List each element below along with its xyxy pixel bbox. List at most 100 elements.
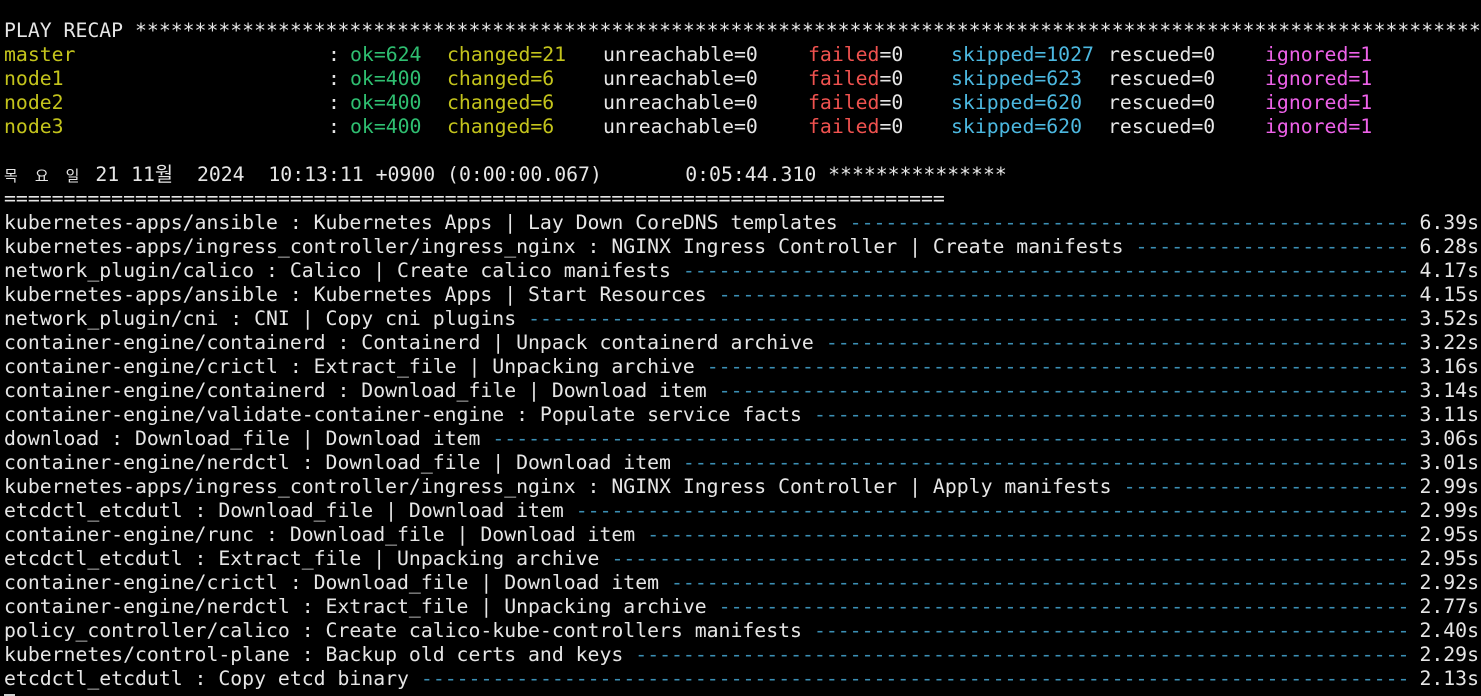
task-row: kubernetes-apps/ingress_controller/ingre… bbox=[0, 235, 1481, 259]
ok-count: ok=400 bbox=[350, 67, 422, 90]
failed-label: failed bbox=[808, 43, 880, 66]
task-duration: 2.95s bbox=[1419, 547, 1479, 570]
task-row: kubernetes-apps/ansible : Kubernetes App… bbox=[0, 211, 1481, 235]
task-duration: 4.15s bbox=[1419, 283, 1479, 306]
task-duration: 2.99s bbox=[1419, 475, 1479, 498]
task-duration: 2.99s bbox=[1419, 499, 1479, 522]
task-name: kubernetes/control-plane : Backup old ce… bbox=[4, 643, 624, 666]
unreachable-count: unreachable=0 bbox=[603, 67, 758, 90]
task-duration: 3.16s bbox=[1419, 355, 1479, 378]
task-dashes bbox=[528, 307, 1407, 331]
task-name: policy_controller/calico : Create calico… bbox=[4, 619, 802, 642]
task-row: download : Download_file | Download item… bbox=[0, 427, 1481, 451]
task-dashes bbox=[635, 643, 1407, 667]
rescued-count: rescued=0 bbox=[1108, 91, 1216, 114]
task-name: network_plugin/calico : Calico | Create … bbox=[4, 259, 671, 282]
weekday: 목 요 일 bbox=[4, 167, 84, 185]
changed-count: changed=21 bbox=[447, 43, 567, 66]
task-name: container-engine/crictl : Extract_file |… bbox=[4, 355, 695, 378]
task-row: network_plugin/calico : Calico | Create … bbox=[0, 259, 1481, 283]
failed-count: failed=0 bbox=[808, 67, 903, 91]
skipped-count: skipped=1027 bbox=[951, 43, 1094, 66]
task-duration: 6.28s bbox=[1419, 235, 1479, 258]
task-row: etcdctl_etcdutl : Extract_file | Unpacki… bbox=[0, 547, 1481, 571]
task-row: container-engine/nerdctl : Download_file… bbox=[0, 451, 1481, 475]
colon: : bbox=[328, 43, 340, 66]
unreachable-count: unreachable=0 bbox=[603, 43, 758, 66]
ignored-count: ignored=1 bbox=[1265, 115, 1373, 138]
task-name: container-engine/validate-container-engi… bbox=[4, 403, 802, 426]
terminal-window[interactable]: PLAY RECAP *****************************… bbox=[0, 0, 1481, 696]
failed-value: =0 bbox=[879, 67, 904, 90]
task-dashes bbox=[814, 403, 1408, 427]
task-duration: 3.52s bbox=[1419, 307, 1479, 330]
task-duration: 2.92s bbox=[1419, 571, 1479, 594]
rescued-count: rescued=0 bbox=[1108, 67, 1216, 90]
task-name: container-engine/nerdctl : Extract_file … bbox=[4, 595, 707, 618]
task-duration: 2.29s bbox=[1419, 643, 1479, 666]
colon: : bbox=[328, 67, 340, 90]
task-row: etcdctl_etcdutl : Copy etcd binary 2.13s bbox=[0, 667, 1481, 691]
task-row: container-engine/validate-container-engi… bbox=[0, 403, 1481, 427]
timing-datetime: 21 11월 2024 10:13:11 +0900 (0:00:00.067)… bbox=[83, 163, 1007, 186]
task-duration: 3.14s bbox=[1419, 379, 1479, 402]
task-dashes bbox=[671, 571, 1407, 595]
task-row: network_plugin/cni : CNI | Copy cni plug… bbox=[0, 307, 1481, 331]
task-name: etcdctl_etcdutl : Download_file | Downlo… bbox=[4, 499, 564, 522]
host-name: node1 bbox=[4, 67, 64, 90]
task-row: container-engine/nerdctl : Extract_file … bbox=[0, 595, 1481, 619]
task-row: kubernetes/control-plane : Backup old ce… bbox=[0, 643, 1481, 667]
ignored-count: ignored=1 bbox=[1265, 43, 1373, 66]
ok-count: ok=624 bbox=[350, 43, 422, 66]
task-duration: 3.22s bbox=[1419, 331, 1479, 354]
task-duration: 2.95s bbox=[1419, 523, 1479, 546]
failed-label: failed bbox=[808, 115, 880, 138]
ok-count: ok=400 bbox=[350, 91, 422, 114]
task-dashes bbox=[719, 283, 1408, 307]
failed-value: =0 bbox=[879, 91, 904, 114]
failed-count: failed=0 bbox=[808, 43, 903, 67]
colon: : bbox=[328, 115, 340, 138]
rescued-count: rescued=0 bbox=[1108, 115, 1216, 138]
task-name: kubernetes-apps/ingress_controller/ingre… bbox=[4, 475, 1112, 498]
task-dashes bbox=[492, 427, 1407, 451]
skipped-count: skipped=620 bbox=[951, 115, 1083, 138]
rescued-count: rescued=0 bbox=[1108, 43, 1216, 66]
task-name: container-engine/nerdctl : Download_file… bbox=[4, 451, 671, 474]
task-name: container-engine/runc : Download_file | … bbox=[4, 523, 636, 546]
play-recap-header: PLAY RECAP *****************************… bbox=[4, 19, 1481, 42]
task-dashes bbox=[719, 595, 1408, 619]
task-name: etcdctl_etcdutl : Extract_file | Unpacki… bbox=[4, 547, 600, 570]
task-dashes bbox=[707, 355, 1408, 379]
task-duration: 2.13s bbox=[1419, 667, 1479, 690]
failed-label: failed bbox=[808, 67, 880, 90]
task-name: container-engine/crictl : Download_file … bbox=[4, 571, 660, 594]
task-name: etcdctl_etcdutl : Copy etcd binary bbox=[4, 667, 409, 690]
recap-row-node2: node2 : ok=400 changed=6 unreachable=0 f… bbox=[0, 91, 1481, 115]
task-dashes bbox=[1135, 235, 1407, 259]
failed-count: failed=0 bbox=[808, 115, 903, 139]
skipped-count: skipped=620 bbox=[951, 91, 1083, 114]
timing-summary-line: 목 요 일 21 11월 2024 10:13:11 +0900 (0:00:0… bbox=[0, 163, 1481, 187]
task-timing-list: kubernetes-apps/ansible : Kubernetes App… bbox=[0, 211, 1481, 691]
prompt-line[interactable] bbox=[0, 691, 1481, 696]
recap-row-master: master : ok=624 changed=21 unreachable=0… bbox=[0, 43, 1481, 67]
task-row: etcdctl_etcdutl : Download_file | Downlo… bbox=[0, 499, 1481, 523]
recap-row-node1: node1 : ok=400 changed=6 unreachable=0 f… bbox=[0, 67, 1481, 91]
task-name: network_plugin/cni : CNI | Copy cni plug… bbox=[4, 307, 517, 330]
task-duration: 3.11s bbox=[1419, 403, 1479, 426]
failed-count: failed=0 bbox=[808, 91, 903, 115]
task-name: kubernetes-apps/ansible : Kubernetes App… bbox=[4, 211, 838, 234]
task-row: container-engine/containerd : Containerd… bbox=[0, 331, 1481, 355]
task-name: container-engine/containerd : Download_f… bbox=[4, 379, 707, 402]
changed-count: changed=6 bbox=[447, 115, 555, 138]
separator-line: ========================================… bbox=[4, 187, 945, 210]
task-name: kubernetes-apps/ingress_controller/ingre… bbox=[4, 235, 1124, 258]
task-dashes bbox=[814, 619, 1408, 643]
host-name: node2 bbox=[4, 91, 64, 114]
task-row: container-engine/crictl : Extract_file |… bbox=[0, 355, 1481, 379]
task-dashes bbox=[647, 523, 1407, 547]
host-name: master bbox=[4, 43, 76, 66]
failed-value: =0 bbox=[879, 43, 904, 66]
